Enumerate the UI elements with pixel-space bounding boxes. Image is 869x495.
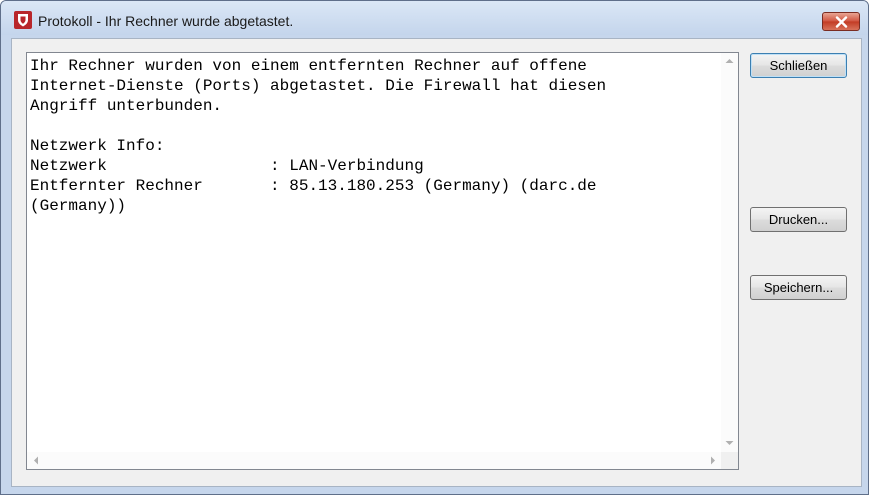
log-line: Internet-Dienste (Ports) abgetastet. Die… <box>30 77 607 95</box>
scroll-down-arrow-icon[interactable] <box>721 435 738 452</box>
window-close-button[interactable] <box>822 12 860 31</box>
shield-icon <box>14 11 32 29</box>
log-line: Entfernter Rechner : 85.13.180.253 (Germ… <box>30 177 597 195</box>
horizontal-scrollbar[interactable] <box>27 452 721 469</box>
log-line: Ihr Rechner wurden von einem entfernten … <box>30 57 587 75</box>
log-text-area[interactable]: Ihr Rechner wurden von einem entfernten … <box>26 52 739 470</box>
print-button[interactable]: Drucken... <box>750 207 847 232</box>
dialog-content: Ihr Rechner wurden von einem entfernten … <box>11 38 862 487</box>
scroll-right-arrow-icon[interactable] <box>704 452 721 469</box>
log-text: Ihr Rechner wurden von einem entfernten … <box>30 56 710 448</box>
log-line: (Germany)) <box>30 197 127 215</box>
close-icon <box>835 16 848 28</box>
vertical-scrollbar[interactable] <box>721 53 738 452</box>
close-button[interactable]: Schließen <box>750 53 847 78</box>
log-line: Netzwerk Info: <box>30 137 165 155</box>
log-line: Netzwerk : LAN-Verbindung <box>30 157 424 175</box>
scrollbar-corner <box>721 452 738 469</box>
save-button[interactable]: Speichern... <box>750 275 847 300</box>
window-title: Protokoll - Ihr Rechner wurde abgetastet… <box>38 13 294 29</box>
protocol-dialog-window: Protokoll - Ihr Rechner wurde abgetastet… <box>0 0 869 495</box>
scroll-left-arrow-icon[interactable] <box>27 452 44 469</box>
log-line: Angriff unterbunden. <box>30 97 223 115</box>
scroll-up-arrow-icon[interactable] <box>721 53 738 70</box>
title-bar[interactable]: Protokoll - Ihr Rechner wurde abgetastet… <box>1 1 868 35</box>
